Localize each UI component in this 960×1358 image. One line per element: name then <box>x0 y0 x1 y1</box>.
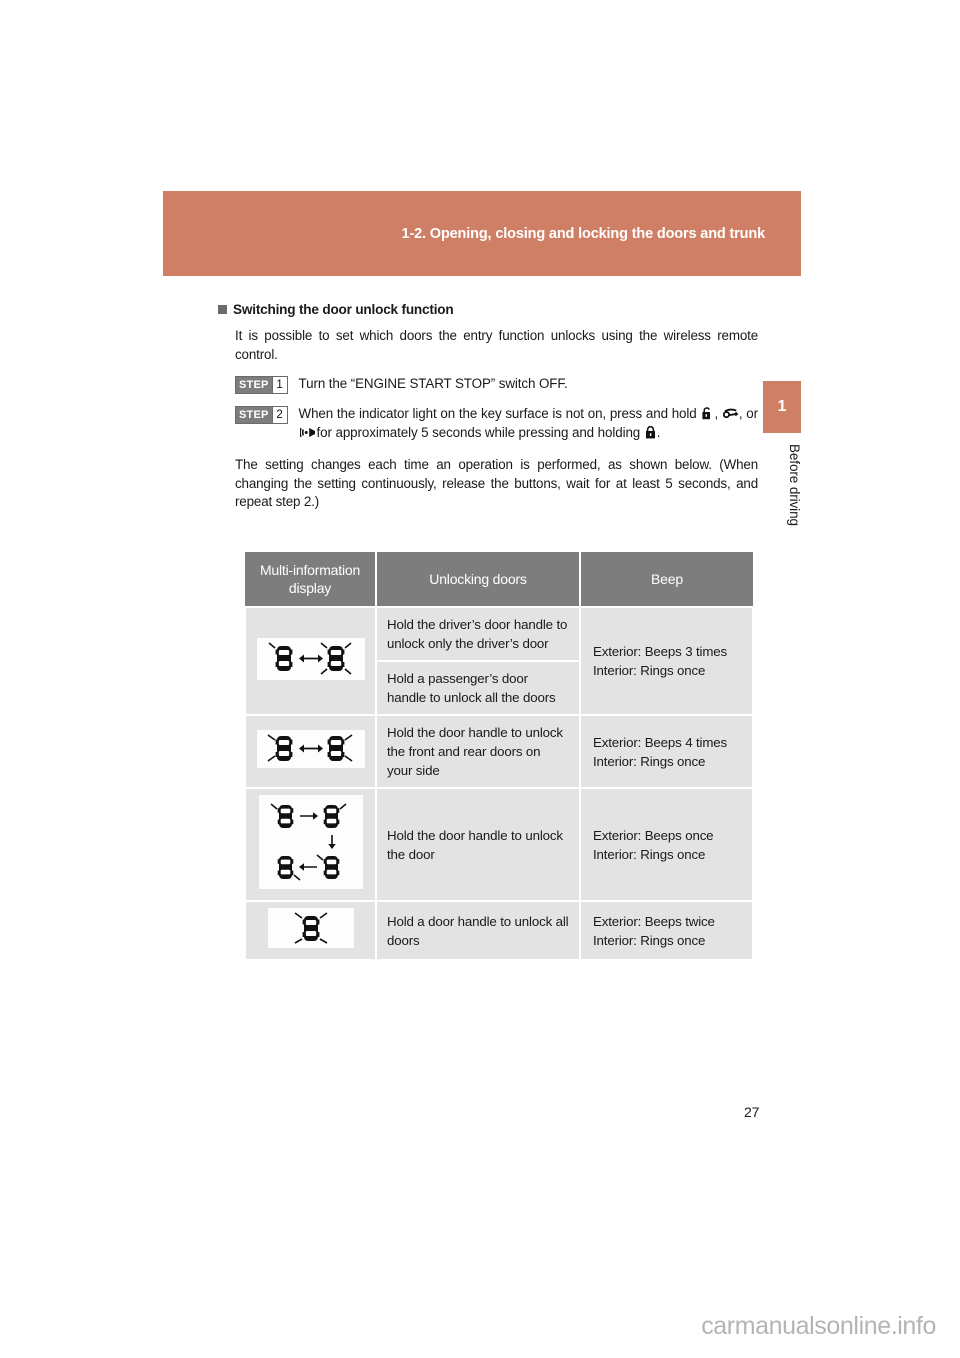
table-header-beep: Beep <box>580 552 753 607</box>
step-row-1: STEP 1 Turn the “ENGINE START STOP” swit… <box>235 374 758 394</box>
table-header-multi-information-display: Multi-information display <box>245 552 377 607</box>
note-paragraph: The setting changes each time an operati… <box>235 457 758 509</box>
unlocking-text-1b: Hold a passenger’s door handle to unlock… <box>375 660 581 716</box>
table-row: Hold a door handle to unlock all doors E… <box>244 900 754 961</box>
step2-part4: . <box>656 425 661 440</box>
door-unlock-settings-table: Multi-information display Unlocking door… <box>244 552 754 961</box>
step2-part2: for approximately 5 seconds while pressi… <box>316 425 595 440</box>
two-cars-double-arrow-one-flashing-icon <box>256 637 365 680</box>
step-text-1: Turn the “ENGINE START STOP” switch OFF. <box>298 376 568 391</box>
beep-interior-2: Interior: Rings once <box>593 753 706 769</box>
step-badge-word-2: STEP <box>236 407 272 423</box>
unlocking-text-4: Hold a door handle to unlock all doors <box>375 900 581 961</box>
display-icon-cell-2 <box>244 714 377 789</box>
header-line-1: Multi-information <box>259 562 361 578</box>
table-header-row: Multi-information display Unlocking door… <box>245 552 753 607</box>
chapter-tab-label: Before driving <box>787 444 802 526</box>
step-badge-number-1: 1 <box>271 377 287 393</box>
unlocking-text-3: Hold the door handle to unlock the door <box>375 787 581 902</box>
step2-lastline: holding . <box>598 425 661 440</box>
step-badge-2: STEP 2 <box>235 406 288 424</box>
site-watermark: carmanualsonline.info <box>701 1312 936 1340</box>
beep-exterior-3: Exterior: Beeps once <box>593 827 714 843</box>
page-header-band: 1-2. Opening, closing and locking the do… <box>163 191 801 276</box>
beep-cell-1: Exterior: Beeps 3 times Interior: Rings … <box>579 606 754 716</box>
step-badge-word-1: STEP <box>236 377 272 393</box>
step2-part1: When the indicator light on the key surf… <box>298 406 697 421</box>
panic-alarm-icon <box>299 426 316 439</box>
step-badge-number-2: 2 <box>271 407 287 423</box>
two-cars-double-arrow-side-flashing-icon <box>256 730 365 768</box>
table-row: Hold the door handle to unlock the door … <box>244 787 754 902</box>
step-row-2: STEP 2 When the indicator light on the k… <box>235 404 758 442</box>
page-header-title: 1-2. Opening, closing and locking the do… <box>401 225 766 242</box>
square-bullet-icon <box>218 305 227 314</box>
unlocking-text-2: Hold the door handle to unlock the front… <box>375 714 581 789</box>
chapter-tab-number: 1 <box>763 381 801 433</box>
intro-paragraph: It is possible to set which doors the en… <box>235 328 758 362</box>
step2-sep1: , <box>714 406 719 421</box>
beep-cell-2: Exterior: Beeps 4 times Interior: Rings … <box>579 714 754 789</box>
display-icon-cell-1 <box>244 606 377 716</box>
section-heading: Switching the door unlock function <box>218 302 758 317</box>
step-badge-1: STEP 1 <box>235 376 288 394</box>
single-car-all-flashing-icon <box>267 908 354 948</box>
header-line-2: display <box>288 580 332 596</box>
content-column: Switching the door unlock function It is… <box>218 302 758 523</box>
unlock-icon <box>701 407 713 420</box>
table-row: Hold the driver’s door handle to unlock … <box>244 606 754 716</box>
step-text-2: When the indicator light on the key surf… <box>298 404 759 442</box>
page-number: 27 <box>744 1104 760 1120</box>
display-icon-cell-4 <box>244 900 377 961</box>
trunk-release-icon <box>722 407 738 420</box>
step2-sep2: , or <box>738 406 759 421</box>
beep-interior-4: Interior: Rings once <box>593 932 706 948</box>
beep-interior-3: Interior: Rings once <box>593 846 706 862</box>
section-body: It is possible to set which doors the en… <box>235 327 758 512</box>
table-header-unlocking-doors: Unlocking doors <box>376 552 581 607</box>
unlocking-text-1a: Hold the driver’s door handle to unlock … <box>375 606 581 662</box>
beep-exterior-4: Exterior: Beeps twice <box>593 913 715 929</box>
step2-part3: holding <box>597 425 641 440</box>
display-icon-cell-3 <box>244 787 377 902</box>
table-row: Hold the door handle to unlock the front… <box>244 714 754 789</box>
beep-interior-1: Interior: Rings once <box>593 663 706 678</box>
four-cars-cycle-arrows-icon <box>258 795 363 889</box>
beep-cell-3: Exterior: Beeps once Interior: Rings onc… <box>579 787 754 902</box>
beep-cell-4: Exterior: Beeps twice Interior: Rings on… <box>579 900 754 961</box>
section-heading-text: Switching the door unlock function <box>233 302 454 317</box>
beep-exterior-1: Exterior: Beeps 3 times <box>593 644 728 659</box>
lock-icon <box>645 426 656 439</box>
beep-exterior-2: Exterior: Beeps 4 times <box>593 734 728 750</box>
